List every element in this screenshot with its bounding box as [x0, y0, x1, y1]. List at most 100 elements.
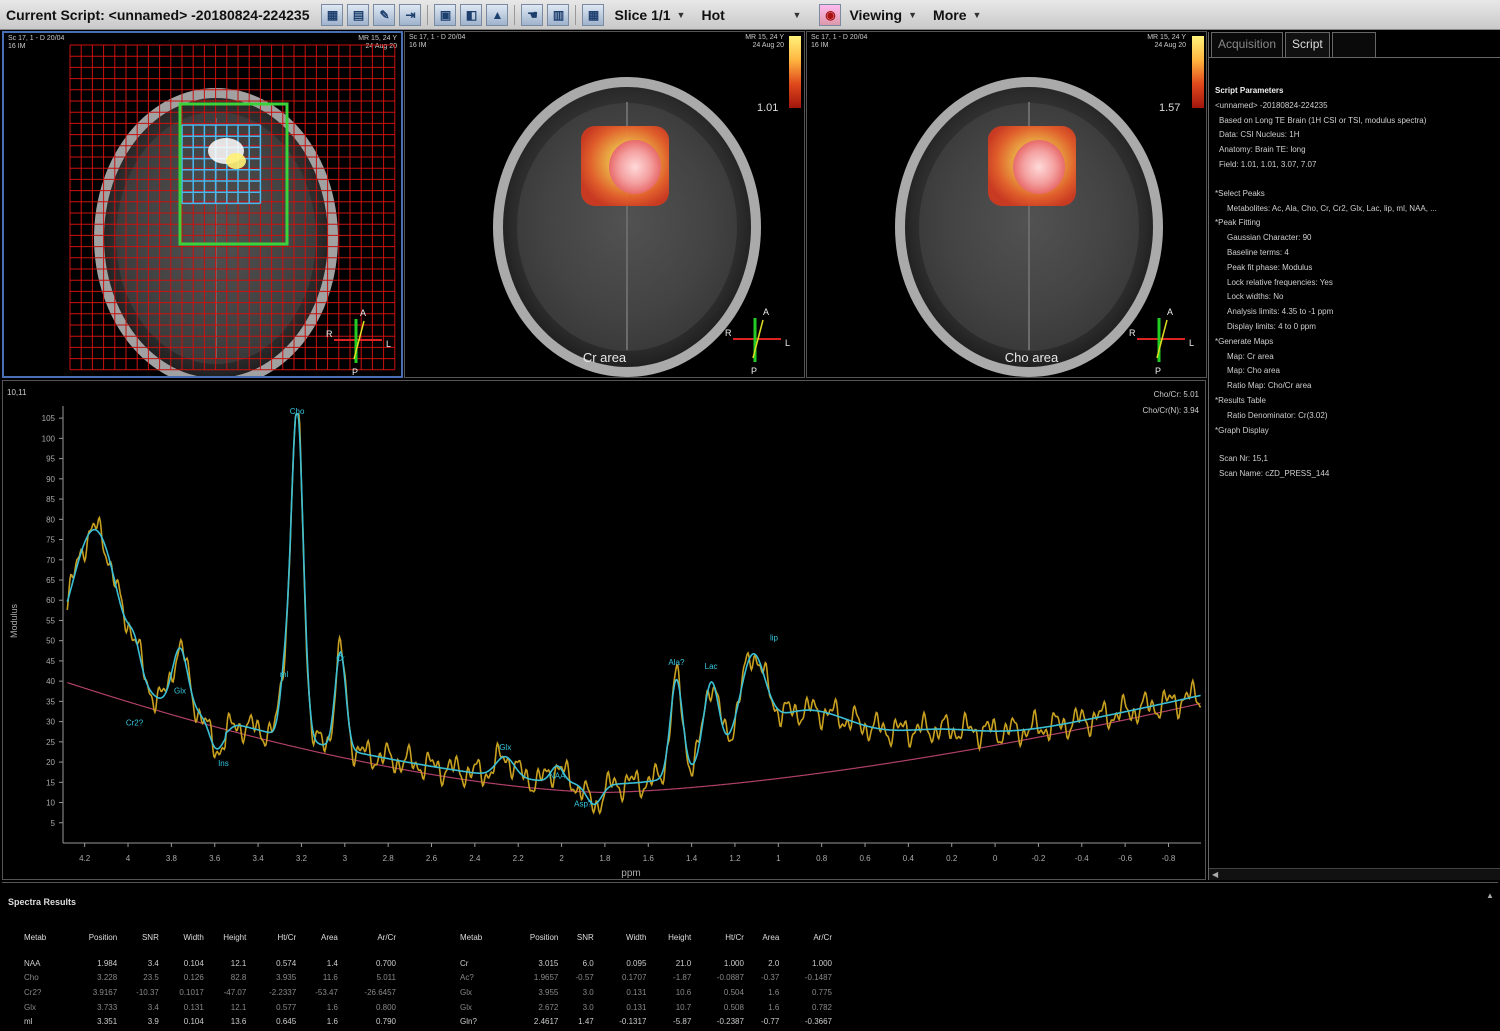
- grid-overlay-icon[interactable]: ▤: [347, 3, 370, 26]
- right-panel: Acquisition Script Script Parameters <un…: [1208, 32, 1500, 880]
- column-header[interactable]: SNR: [117, 933, 159, 956]
- table-row[interactable]: Ac? 1.9657 -0.57 0.1707 -1.87 -0.0887 -0.37 -0.…: [460, 971, 832, 986]
- grid-layout-icon[interactable]: ▦: [582, 3, 605, 26]
- column-header[interactable]: Width: [159, 933, 203, 956]
- table-cell: 5.011: [376, 973, 396, 983]
- table-cell: 1.984: [97, 958, 118, 968]
- parameter-line: Gaussian Character: 90: [1227, 233, 1312, 243]
- table-cell: 3.015: [538, 958, 559, 968]
- x-tick-label: 3.4: [253, 854, 265, 863]
- x-tick-label: 0.4: [903, 854, 915, 863]
- table-row[interactable]: Glx 3.733 3.4 0.131 12.1 0.577 1.6 0.800: [24, 1000, 396, 1015]
- table-cell: 0.800: [375, 1002, 396, 1012]
- table-cell: 1.6: [768, 987, 780, 997]
- slice-selector[interactable]: Slice 1/1 ▼: [614, 7, 685, 23]
- viewport-grid[interactable]: Sc 17, 1 - D 20/04 16 IM MR 15, 24 Y 24 …: [2, 31, 403, 378]
- orient-l: L: [1189, 338, 1194, 348]
- orient-r: R: [725, 328, 732, 338]
- column-header[interactable]: Height: [646, 933, 691, 956]
- column-header[interactable]: Metab: [24, 933, 65, 956]
- layout-icon[interactable]: ▦: [321, 3, 344, 26]
- fit-curve: [66, 413, 1201, 806]
- x-tick-label: 2.8: [383, 854, 395, 863]
- column-header[interactable]: Position: [65, 933, 117, 956]
- vertical-scrollbar[interactable]: ▲: [1486, 885, 1496, 1030]
- x-tick-label: 0.8: [816, 854, 828, 863]
- table-row[interactable]: Glx 3.955 3.0 0.131 10.6 0.504 1.6 0.775: [460, 985, 832, 1000]
- graduation-cap-icon[interactable]: ▲: [486, 3, 509, 26]
- more-menu[interactable]: More ▼: [933, 7, 981, 23]
- scroll-up-icon[interactable]: ▲: [1486, 891, 1494, 900]
- edit-icon[interactable]: ✎: [373, 3, 396, 26]
- table-cell: -26.6457: [364, 987, 396, 997]
- horizontal-scrollbar[interactable]: ◀: [1209, 868, 1500, 880]
- x-tick-label: 2.6: [426, 854, 438, 863]
- table-cell: 10.7: [675, 1002, 692, 1012]
- x-ticks: 4.2 4 3.8 3.6 3.4 3.2 3 2.8 2.6 2.4 2.2 2 1.8 1.6 1.4 1…: [79, 843, 1176, 863]
- y-tick-label: 15: [46, 778, 55, 787]
- viewing-menu[interactable]: ◉ Viewing ▼: [817, 3, 917, 26]
- table-row[interactable]: Gln? 2.4617 1.47 -0.1317 -5.87 -0.2387 -0.77 -0…: [460, 1014, 832, 1029]
- table-row[interactable]: ml 3.351 3.9 0.104 13.6 0.645 1.6 0.790: [24, 1014, 396, 1029]
- column-header[interactable]: Ar/Cr: [338, 933, 396, 956]
- table-cell: Glx: [24, 1002, 36, 1012]
- x-tick-label: 2: [559, 854, 564, 863]
- export-icon[interactable]: ⇥: [399, 3, 422, 26]
- column-header[interactable]: Height: [204, 933, 246, 956]
- column-header[interactable]: Area: [296, 933, 338, 956]
- hand-pointer-icon[interactable]: ☚: [521, 3, 544, 26]
- tab-empty[interactable]: [1331, 32, 1376, 57]
- grid-map-icon[interactable]: ▥: [547, 3, 570, 26]
- table-row[interactable]: Cho 3.228 23.5 0.126 82.8 3.935 11.6 5.011: [24, 971, 396, 986]
- x-tick-label: -0.2: [1032, 854, 1046, 863]
- column-header[interactable]: Ht/Cr: [246, 933, 297, 956]
- table-cell: 1.47: [578, 1017, 594, 1027]
- orient-p: P: [751, 366, 757, 376]
- image-compare-icon[interactable]: ◧: [460, 3, 483, 26]
- table-cell: 0.790: [375, 1017, 396, 1027]
- table-cell: 82.8: [230, 973, 247, 983]
- y-tick-label: 100: [42, 434, 56, 443]
- column-header[interactable]: Position: [503, 933, 558, 956]
- image-view-icon[interactable]: ▣: [434, 3, 457, 26]
- table-row[interactable]: NAA 1.984 3.4 0.104 12.1 0.574 1.4 0.700: [24, 956, 396, 971]
- colormap-label: Hot: [701, 6, 725, 23]
- column-header[interactable]: Ht/Cr: [691, 933, 744, 956]
- y-tick-label: 10: [46, 799, 55, 808]
- viewport-cho-map[interactable]: Sc 17, 1 - D 20/04 16 IM MR 15, 24 Y 24 …: [806, 31, 1207, 378]
- table-row[interactable]: Cr 3.015 6.0 0.095 21.0 1.000 2.0 1.000: [460, 956, 832, 971]
- parameter-line: Scan Nr: 15,1: [1219, 454, 1268, 464]
- table-cell: 1.6: [326, 1017, 338, 1027]
- parameter-lines: <unnamed> -20180824-224235 Based on Long …: [1215, 99, 1494, 482]
- more-label: More: [933, 6, 967, 23]
- table-row[interactable]: Cr2? 3.9167 -10.37 0.1017 -47.07 -2.2337 -53.4…: [24, 985, 396, 1000]
- parameter-line: [1215, 173, 1494, 187]
- tab-script[interactable]: Script: [1285, 32, 1330, 57]
- column-header[interactable]: Ar/Cr: [779, 933, 832, 956]
- colormap-select[interactable]: Hot ▼: [701, 7, 801, 23]
- peak-label: Ins: [218, 759, 229, 768]
- column-header[interactable]: Area: [744, 933, 779, 956]
- spectrum-plot[interactable]: 10,11 Cho/Cr: 5.01 Cho/Cr(N): 3.94 Modul…: [2, 380, 1206, 880]
- x-tick-label: 1: [776, 854, 781, 863]
- orient-r: R: [1129, 328, 1136, 338]
- panel-tabs: Acquisition Script: [1209, 32, 1500, 58]
- table-cell: 2.672: [538, 1002, 559, 1012]
- table-row[interactable]: Glx 2.672 3.0 0.131 10.7 0.508 1.6 0.782: [460, 1000, 832, 1015]
- y-axis-label: Modulus: [9, 603, 19, 638]
- column-header[interactable]: SNR: [558, 933, 594, 956]
- x-tick-label: 1.2: [729, 854, 741, 863]
- tab-acquisition[interactable]: Acquisition: [1211, 32, 1284, 57]
- parameter-line: Based on Long TE Brain (1H CSI or TSI, m…: [1219, 115, 1427, 125]
- orientation-marker: A P R L: [1129, 306, 1199, 376]
- viewport-cr-map[interactable]: Sc 17, 1 - D 20/04 16 IM MR 15, 24 Y 24 …: [404, 31, 805, 378]
- table-cell: 12.1: [230, 1002, 247, 1012]
- baseline-curve: [67, 682, 1201, 793]
- table-cell: 0.775: [811, 987, 832, 997]
- table-cell: 13.6: [230, 1017, 247, 1027]
- script-title: Current Script: <unnamed> -20180824-2242…: [6, 6, 310, 23]
- table-cell: NAA: [24, 958, 41, 968]
- scroll-left-icon[interactable]: ◀: [1212, 870, 1218, 879]
- column-header[interactable]: Width: [594, 933, 646, 956]
- column-header[interactable]: Metab: [460, 933, 503, 956]
